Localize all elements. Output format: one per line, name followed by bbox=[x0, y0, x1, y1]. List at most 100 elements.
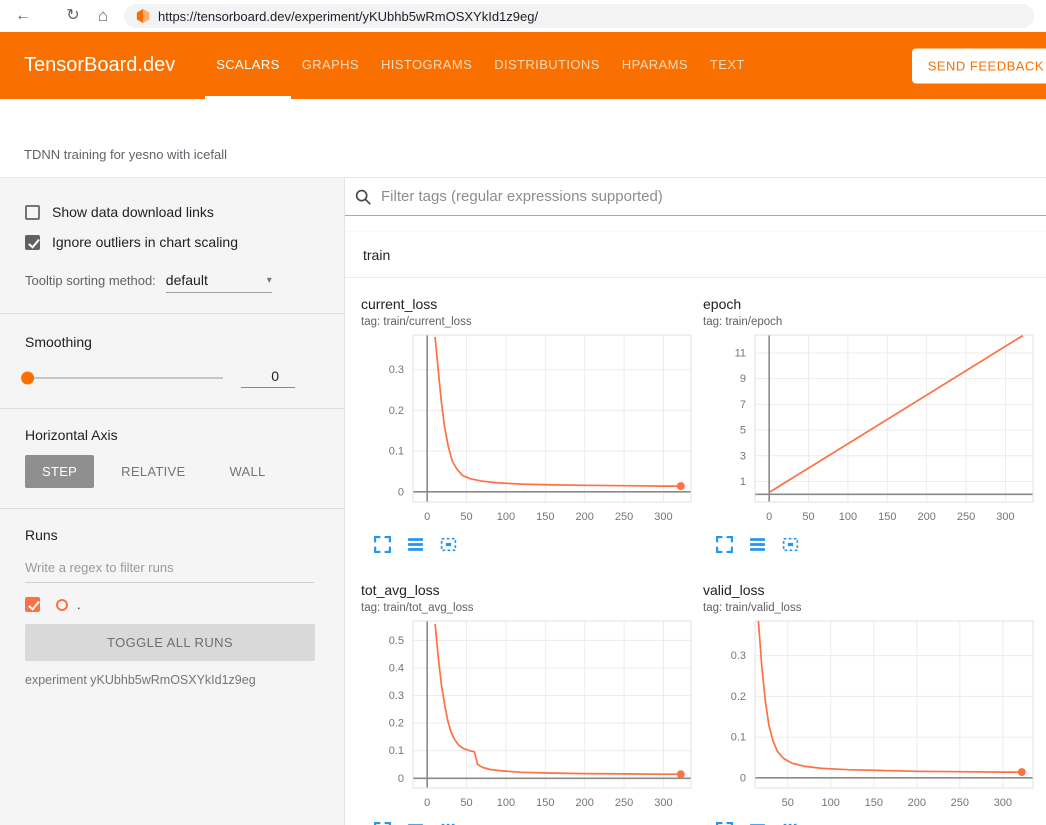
show-download-label: Show data download links bbox=[52, 204, 214, 220]
chart-toolbar bbox=[703, 534, 1045, 554]
fullscreen-icon[interactable] bbox=[715, 534, 735, 554]
svg-text:150: 150 bbox=[865, 797, 883, 809]
run-name: . bbox=[77, 597, 81, 612]
chart-title: tot_avg_loss bbox=[361, 580, 703, 600]
fit-domain-icon[interactable] bbox=[439, 820, 459, 825]
chart-plot-valid_loss[interactable]: 5010015020025030000.10.20.3 bbox=[703, 616, 1040, 816]
divider bbox=[0, 408, 344, 409]
reload-icon[interactable]: ↻ bbox=[62, 0, 84, 32]
main-panel: train current_losstag: train/current_los… bbox=[345, 178, 1046, 825]
horizontal-axis-label: Horizontal Axis bbox=[25, 427, 314, 443]
smoothing-slider-thumb[interactable] bbox=[21, 372, 34, 385]
smoothing-value[interactable]: 0 bbox=[241, 368, 295, 388]
svg-text:100: 100 bbox=[839, 511, 857, 523]
fit-domain-icon[interactable] bbox=[439, 534, 459, 554]
svg-text:0.1: 0.1 bbox=[389, 745, 404, 757]
chart-card-current_loss: current_losstag: train/current_loss05010… bbox=[361, 294, 703, 554]
svg-text:0.2: 0.2 bbox=[389, 405, 404, 417]
svg-text:0: 0 bbox=[766, 511, 772, 523]
fullscreen-icon[interactable] bbox=[715, 820, 735, 825]
chart-plot-tot_avg_loss[interactable]: 05010015020025030000.10.20.30.40.5 bbox=[361, 616, 698, 816]
fit-domain-icon[interactable] bbox=[781, 534, 801, 554]
tag-group-header-train[interactable]: train bbox=[345, 232, 1046, 278]
tab-hparams[interactable]: HPARAMS bbox=[611, 32, 699, 99]
axis-button-step[interactable]: STEP bbox=[25, 455, 94, 488]
chart-plot-current_loss[interactable]: 05010015020025030000.10.20.3 bbox=[361, 330, 698, 530]
svg-text:0: 0 bbox=[740, 772, 746, 784]
tooltip-sorting-select[interactable]: default ▾ bbox=[166, 272, 272, 293]
back-icon[interactable]: ← bbox=[12, 0, 34, 32]
svg-text:300: 300 bbox=[996, 511, 1014, 523]
tab-distributions[interactable]: DISTRIBUTIONS bbox=[483, 32, 611, 99]
smoothing-slider[interactable] bbox=[25, 377, 223, 379]
axis-button-relative[interactable]: RELATIVE bbox=[104, 455, 202, 488]
run-row[interactable]: . bbox=[25, 597, 314, 612]
chart-toolbar bbox=[361, 820, 703, 825]
ignore-outliers-row[interactable]: Ignore outliers in chart scaling bbox=[25, 230, 314, 254]
svg-text:100: 100 bbox=[497, 797, 515, 809]
show-download-row[interactable]: Show data download links bbox=[25, 200, 314, 224]
run-color-swatch-icon bbox=[56, 599, 68, 611]
svg-text:0: 0 bbox=[398, 486, 404, 498]
chart-toolbar bbox=[361, 534, 703, 554]
runs-filter-input[interactable] bbox=[25, 553, 314, 583]
tag-filter-input[interactable] bbox=[381, 188, 1037, 205]
svg-text:0.5: 0.5 bbox=[389, 635, 404, 647]
svg-text:0.1: 0.1 bbox=[389, 446, 404, 458]
fullscreen-icon[interactable] bbox=[373, 820, 393, 825]
fit-domain-icon[interactable] bbox=[781, 820, 801, 825]
svg-text:7: 7 bbox=[740, 399, 746, 411]
tab-text[interactable]: TEXT bbox=[699, 32, 756, 99]
address-bar[interactable]: https://tensorboard.dev/experiment/yKUbh… bbox=[124, 4, 1034, 28]
ignore-outliers-checkbox[interactable] bbox=[25, 235, 40, 250]
tab-histograms[interactable]: HISTOGRAMS bbox=[370, 32, 483, 99]
svg-text:50: 50 bbox=[802, 511, 814, 523]
smoothing-slider-row: 0 bbox=[25, 368, 314, 388]
svg-text:11: 11 bbox=[735, 347, 746, 359]
home-icon[interactable]: ⌂ bbox=[92, 0, 114, 32]
ignore-outliers-label: Ignore outliers in chart scaling bbox=[52, 234, 238, 250]
content: Show data download links Ignore outliers… bbox=[0, 177, 1046, 825]
run-checkbox[interactable] bbox=[25, 597, 40, 612]
experiment-title: TDNN training for yesno with icefall bbox=[24, 147, 227, 162]
app-title[interactable]: TensorBoard.dev bbox=[0, 54, 175, 77]
svg-text:300: 300 bbox=[654, 797, 672, 809]
data-table-icon[interactable] bbox=[406, 820, 426, 825]
svg-text:150: 150 bbox=[878, 511, 896, 523]
tab-scalars[interactable]: SCALARS bbox=[205, 32, 291, 99]
svg-text:9: 9 bbox=[740, 373, 746, 385]
svg-text:150: 150 bbox=[536, 511, 554, 523]
data-table-icon[interactable] bbox=[406, 534, 426, 554]
settings-sidebar: Show data download links Ignore outliers… bbox=[0, 178, 345, 825]
tab-graphs[interactable]: GRAPHS bbox=[291, 32, 370, 99]
svg-text:100: 100 bbox=[822, 797, 840, 809]
data-table-icon[interactable] bbox=[748, 534, 768, 554]
svg-text:250: 250 bbox=[957, 511, 975, 523]
experiment-title-bar: TDNN training for yesno with icefall bbox=[0, 99, 1046, 177]
svg-text:150: 150 bbox=[536, 797, 554, 809]
tensorboard-favicon-icon bbox=[136, 9, 150, 23]
fullscreen-icon[interactable] bbox=[373, 534, 393, 554]
tooltip-sorting-row: Tooltip sorting method: default ▾ bbox=[25, 272, 314, 293]
toggle-all-runs-button[interactable]: TOGGLE ALL RUNS bbox=[25, 624, 315, 661]
search-icon bbox=[354, 188, 372, 206]
divider bbox=[0, 508, 344, 509]
svg-text:200: 200 bbox=[918, 511, 936, 523]
axis-button-wall[interactable]: WALL bbox=[212, 455, 282, 488]
svg-text:50: 50 bbox=[460, 797, 472, 809]
svg-text:3: 3 bbox=[740, 450, 746, 462]
send-feedback-button[interactable]: SEND FEEDBACK bbox=[912, 48, 1046, 83]
svg-text:300: 300 bbox=[994, 797, 1012, 809]
svg-text:0: 0 bbox=[398, 773, 404, 785]
svg-text:0.3: 0.3 bbox=[389, 690, 404, 702]
chart-plot-epoch[interactable]: 0501001502002503001357911 bbox=[703, 330, 1040, 530]
svg-text:0.3: 0.3 bbox=[389, 364, 404, 376]
chart-tag: tag: train/tot_avg_loss bbox=[361, 600, 703, 616]
chart-title: current_loss bbox=[361, 294, 703, 314]
show-download-checkbox[interactable] bbox=[25, 205, 40, 220]
svg-text:50: 50 bbox=[782, 797, 794, 809]
data-table-icon[interactable] bbox=[748, 820, 768, 825]
chart-tag: tag: train/current_loss bbox=[361, 314, 703, 330]
svg-text:0.2: 0.2 bbox=[389, 718, 404, 730]
runs-label: Runs bbox=[25, 527, 314, 543]
